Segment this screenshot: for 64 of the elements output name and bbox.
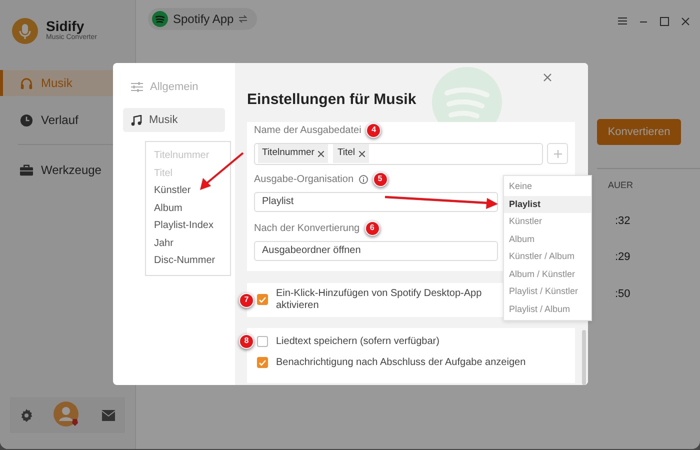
- field-label: Ausgabe-Organisation: [254, 172, 354, 186]
- step-marker: 7: [239, 292, 254, 308]
- settings-icon[interactable]: [20, 408, 34, 422]
- dropdown-option[interactable]: Künstler / Album: [504, 248, 591, 266]
- dropdown-option[interactable]: Playlist / Künstler: [504, 283, 591, 300]
- dropdown-option[interactable]: Playlist / Album: [504, 300, 591, 318]
- column-header: AUER: [597, 168, 700, 192]
- scrollbar-thumb[interactable]: [582, 330, 586, 385]
- checkbox[interactable]: [257, 357, 268, 368]
- step-marker: 6: [364, 220, 380, 236]
- checkbox-label: Benachrichtigung nach Abschluss der Aufgabe anzeigen: [276, 356, 526, 368]
- duration-text: :32: [614, 214, 632, 228]
- dialog-title: Einstellungen für Musik: [247, 90, 418, 110]
- sliders-icon: [131, 82, 143, 92]
- tag-option[interactable]: Künstler: [154, 182, 222, 200]
- remove-icon[interactable]: [359, 150, 366, 156]
- close-icon: [543, 73, 552, 82]
- checkbox-label: Ein-Klick-Hinzufügen von Spotify Desktop-App aktivieren: [276, 288, 483, 312]
- field-label: Name der Ausgabedatei: [254, 124, 362, 138]
- clock-icon: [20, 114, 33, 126]
- logo-icon: [12, 18, 38, 44]
- tag-option[interactable]: Album: [154, 200, 222, 217]
- toolbox-icon: [20, 164, 33, 176]
- duration-text: :29: [614, 250, 632, 265]
- mail-icon[interactable]: [102, 410, 115, 420]
- tag-option[interactable]: Jahr: [154, 234, 222, 252]
- field-label: Nach der Konvertierung: [254, 222, 360, 236]
- nav-item[interactable]: Werkzeuge: [0, 157, 135, 183]
- headphones-icon: [20, 76, 33, 90]
- app-switcher-button[interactable]: Spotify App: [148, 8, 257, 30]
- menu-icon[interactable]: [618, 17, 627, 25]
- remove-icon[interactable]: [318, 150, 324, 156]
- tag-option[interactable]: Disc-Nummer: [154, 252, 222, 270]
- close-icon[interactable]: [681, 16, 690, 26]
- filename-tag: Titel: [333, 144, 370, 163]
- tag-option: Titelnummer: [154, 147, 222, 164]
- tag-option: Titel: [154, 164, 222, 182]
- tag-option[interactable]: Playlist-Index: [154, 217, 222, 234]
- maximize-icon[interactable]: [660, 16, 669, 26]
- app-name: Sidify: [46, 18, 86, 33]
- duration-text: :50: [614, 286, 632, 302]
- dropdown-option[interactable]: Keine: [504, 178, 591, 196]
- step-marker: 8: [239, 334, 254, 348]
- dropdown-option[interactable]: Künstler: [504, 213, 591, 230]
- info-icon[interactable]: [358, 174, 368, 184]
- music-note-icon: [131, 114, 142, 126]
- dropdown-option[interactable]: Album: [504, 230, 591, 248]
- dialog-nav-item[interactable]: Musik: [123, 108, 225, 132]
- plus-icon: [554, 150, 562, 158]
- filename-tag-field[interactable]: Titelnummer Titel: [254, 142, 543, 164]
- dropdown-option[interactable]: Album / Künstler: [504, 266, 591, 283]
- after-conversion-select[interactable]: Ausgabeordner öffnen: [254, 240, 498, 260]
- checkbox[interactable]: [257, 336, 268, 347]
- checkbox-label: Liedtext speichern (sofern verfügbar): [276, 336, 440, 348]
- close-button[interactable]: [541, 71, 554, 84]
- avatar-icon[interactable]: [53, 401, 82, 429]
- filename-tag: Titelnummer: [258, 144, 328, 163]
- dropdown-option[interactable]: Playlist: [504, 196, 591, 213]
- checkbox[interactable]: [257, 294, 268, 305]
- organisation-select[interactable]: Playlist: [254, 192, 498, 212]
- step-marker: 5: [372, 172, 388, 186]
- step-marker: 4: [366, 122, 382, 138]
- swap-icon: [238, 15, 247, 23]
- app-logo-icon: [152, 11, 168, 27]
